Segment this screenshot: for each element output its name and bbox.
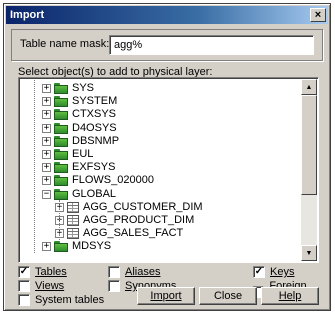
folder-icon bbox=[54, 161, 68, 173]
tables-checkbox[interactable]: ✓ Tables bbox=[18, 266, 67, 278]
tree-item[interactable]: − GLOBAL bbox=[42, 187, 116, 201]
table-icon bbox=[67, 227, 79, 239]
tree-item[interactable]: + SYS bbox=[42, 81, 94, 95]
mask-group: Table name mask: agg% bbox=[11, 29, 323, 61]
expand-toggle-icon[interactable]: + bbox=[42, 96, 51, 106]
tables-checkbox-box[interactable]: ✓ bbox=[18, 266, 30, 278]
check-icon: ✓ bbox=[254, 266, 264, 277]
tree-child-connector bbox=[59, 200, 60, 240]
folder-icon bbox=[54, 122, 68, 134]
tree-item[interactable]: + D4OSYS bbox=[42, 121, 117, 135]
tree-item-label: EUL bbox=[72, 148, 94, 160]
expand-toggle-icon[interactable]: + bbox=[42, 241, 51, 251]
tree-item[interactable]: + MDSYS bbox=[42, 239, 111, 253]
tree-item[interactable]: + AGG_SALES_FACT bbox=[55, 226, 183, 240]
scroll-down-button[interactable]: ▼ bbox=[301, 245, 317, 261]
tree-item-label: MDSYS bbox=[72, 240, 112, 252]
tree-item-label: GLOBAL bbox=[72, 188, 117, 200]
tree-item[interactable]: + FLOWS_020000 bbox=[42, 173, 154, 187]
folder-icon bbox=[54, 188, 68, 200]
views-checkbox[interactable]: Views bbox=[18, 280, 64, 292]
folder-icon bbox=[54, 135, 68, 147]
system-tables-label: System tables bbox=[35, 294, 105, 306]
tree-item-label: EXFSYS bbox=[72, 161, 116, 173]
expand-toggle-icon[interactable]: + bbox=[42, 136, 51, 146]
expand-toggle-icon[interactable]: + bbox=[42, 149, 51, 159]
vertical-scrollbar[interactable]: ▲ ▼ bbox=[301, 79, 317, 261]
tree-item[interactable]: + AGG_PRODUCT_DIM bbox=[55, 213, 194, 227]
folder-icon bbox=[54, 108, 68, 120]
folder-icon bbox=[54, 174, 68, 186]
folder-icon bbox=[54, 240, 68, 252]
aliases-checkbox[interactable]: Aliases bbox=[108, 266, 160, 278]
close-window-button[interactable]: × bbox=[310, 8, 326, 22]
arrow-up-icon: ▲ bbox=[305, 83, 313, 91]
synonyms-checkbox-box[interactable] bbox=[108, 280, 120, 292]
tree-item-label: DBSNMP bbox=[72, 135, 120, 147]
expand-toggle-icon[interactable]: + bbox=[42, 83, 51, 93]
arrow-down-icon: ▼ bbox=[305, 249, 313, 257]
aliases-checkbox-box[interactable] bbox=[108, 266, 120, 278]
views-checkbox-box[interactable] bbox=[18, 280, 30, 292]
tree-item[interactable]: + AGG_CUSTOMER_DIM bbox=[55, 200, 203, 214]
tree-item-label: D4OSYS bbox=[72, 122, 117, 134]
import-dialog: Import × Table name mask: agg% Select ob… bbox=[3, 3, 331, 311]
close-button-label: Close bbox=[213, 290, 243, 302]
tree-item[interactable]: + EUL bbox=[42, 147, 93, 161]
tree-item-label: SYS bbox=[72, 82, 95, 94]
keys-label: Keys bbox=[270, 266, 295, 278]
tree-item-label: AGG_SALES_FACT bbox=[83, 227, 184, 239]
window-title: Import bbox=[10, 9, 45, 21]
folder-icon bbox=[54, 148, 68, 160]
tables-label: Tables bbox=[35, 266, 67, 278]
aliases-label: Aliases bbox=[125, 266, 161, 278]
tree-item[interactable]: + CTXSYS bbox=[42, 107, 116, 121]
title-bar: Import × bbox=[6, 6, 328, 24]
expand-toggle-icon[interactable]: − bbox=[42, 189, 51, 199]
expand-toggle-icon[interactable]: + bbox=[42, 175, 51, 185]
tree-item-label: SYSTEM bbox=[72, 95, 118, 107]
folder-icon bbox=[54, 82, 68, 94]
import-button[interactable]: Import bbox=[137, 287, 195, 305]
system-tables-checkbox[interactable]: System tables bbox=[18, 294, 104, 306]
check-icon: ✓ bbox=[19, 266, 29, 277]
tree-item-label: AGG_PRODUCT_DIM bbox=[83, 214, 195, 226]
tree-item-label: FLOWS_020000 bbox=[72, 174, 154, 186]
help-button[interactable]: Help bbox=[261, 287, 319, 305]
table-icon bbox=[67, 214, 79, 226]
expand-toggle-icon[interactable]: + bbox=[42, 123, 51, 133]
expand-toggle-icon[interactable]: + bbox=[42, 109, 51, 119]
scroll-thumb[interactable] bbox=[301, 95, 317, 195]
close-icon: × bbox=[314, 9, 322, 21]
help-button-label: Help bbox=[278, 290, 302, 302]
tree-item-label: CTXSYS bbox=[72, 108, 117, 120]
keys-checkbox-box[interactable]: ✓ bbox=[253, 266, 265, 278]
scroll-up-button[interactable]: ▲ bbox=[301, 79, 317, 95]
tree-item[interactable]: + DBSNMP bbox=[42, 134, 119, 148]
tree-item[interactable]: + EXFSYS bbox=[42, 160, 115, 174]
folder-icon bbox=[54, 95, 68, 107]
object-tree-list: + SYS + SYSTEM + CTXSYS + D4OSYS + DBSNMP + EUL + EXF… bbox=[21, 80, 300, 260]
table-name-mask-input[interactable]: agg% bbox=[109, 35, 314, 55]
keys-checkbox[interactable]: ✓ Keys bbox=[253, 266, 294, 278]
object-tree[interactable]: + SYS + SYSTEM + CTXSYS + D4OSYS + DBSNMP + EUL + EXF… bbox=[18, 77, 319, 263]
table-icon bbox=[67, 201, 79, 213]
system-tables-checkbox-box[interactable] bbox=[18, 294, 30, 306]
table-name-mask-label: Table name mask: bbox=[20, 38, 110, 50]
views-label: Views bbox=[35, 280, 65, 292]
import-button-label: Import bbox=[150, 290, 182, 302]
expand-toggle-icon[interactable]: + bbox=[42, 162, 51, 172]
tree-item-label: AGG_CUSTOMER_DIM bbox=[83, 201, 203, 213]
close-button[interactable]: Close bbox=[199, 287, 257, 305]
tree-item[interactable]: + SYSTEM bbox=[42, 94, 117, 108]
tree-connector-line bbox=[34, 80, 35, 253]
